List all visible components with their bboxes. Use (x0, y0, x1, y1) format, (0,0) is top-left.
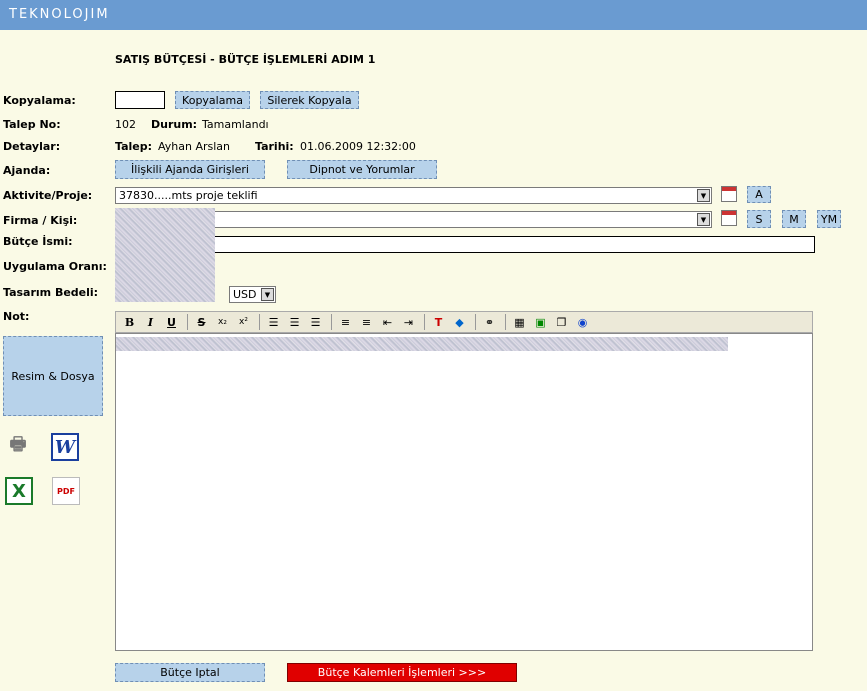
talep-label: Talep: (115, 140, 153, 153)
toolbar-separator (475, 314, 476, 330)
app-logo: TEKNOLOJIM (9, 7, 110, 22)
link-icon[interactable]: ⚭ (480, 313, 499, 331)
image-icon[interactable]: ▣ (531, 313, 550, 331)
strikethrough-button[interactable]: S (192, 313, 211, 331)
chevron-down-icon[interactable]: ▼ (261, 288, 274, 301)
note-editor[interactable] (115, 333, 813, 651)
calendar-icon[interactable] (721, 210, 737, 226)
chevron-down-icon[interactable]: ▼ (697, 189, 710, 202)
detaylar-label: Detaylar: (3, 140, 61, 153)
aktivite-label: Aktivite/Proje: (3, 189, 93, 202)
toolbar-separator (331, 314, 332, 330)
resim-dosya-button[interactable]: Resim & Dosya (3, 336, 103, 416)
aktivite-value: 37830.....mts proje teklifi (119, 189, 258, 202)
indent-icon[interactable]: ⇥ (399, 313, 418, 331)
align-right-icon[interactable]: ☰ (306, 313, 325, 331)
word-icon[interactable]: W (51, 433, 79, 461)
kopyalama-label: Kopyalama: (3, 94, 76, 107)
durum-label: Durum: (151, 118, 198, 131)
butce-iptal-button[interactable]: Bütçe Iptal (115, 663, 265, 682)
flash-icon[interactable]: ◉ (573, 313, 592, 331)
pdf-icon[interactable]: PDF (52, 477, 80, 505)
top-bar (0, 0, 867, 30)
page-title: SATIŞ BÜTÇESİ - BÜTÇE İŞLEMLERİ ADIM 1 (115, 53, 376, 66)
currency-value: USD (233, 288, 257, 301)
chevron-down-icon[interactable]: ▼ (697, 213, 710, 226)
align-center-icon[interactable]: ☰ (285, 313, 304, 331)
italic-button[interactable]: I (141, 313, 160, 331)
firma-label: Firma / Kişi: (3, 214, 78, 227)
unordered-list-icon[interactable]: ≡ (357, 313, 376, 331)
underline-button[interactable]: U (162, 313, 181, 331)
subscript-button[interactable]: x₂ (213, 313, 232, 331)
printer-icon[interactable]: 🖶 (4, 433, 32, 461)
excel-icon[interactable]: X (5, 477, 33, 505)
butce-ismi-label: Bütçe İsmi: (3, 235, 73, 248)
superscript-button[interactable]: x² (234, 313, 253, 331)
aktivite-select[interactable]: 37830.....mts proje teklifi ▼ (115, 187, 712, 204)
toolbar-separator (187, 314, 188, 330)
tarihi-value: 01.06.2009 12:32:00 (300, 140, 416, 153)
editor-toolbar: B I U S x₂ x² ☰ ☰ ☰ ≡ ≡ ⇤ ⇥ T ◆ ⚭ ▦ ▣ ❐ … (115, 311, 813, 333)
redacted-text (116, 337, 728, 351)
kopyalama-input[interactable] (115, 91, 165, 109)
ordered-list-icon[interactable]: ≡ (336, 313, 355, 331)
toolbar-separator (259, 314, 260, 330)
iliskili-ajanda-button[interactable]: İlişkili Ajanda Girişleri (115, 160, 265, 179)
toolbar-separator (505, 314, 506, 330)
ym-button[interactable]: YM (817, 210, 841, 228)
currency-select[interactable]: USD ▼ (229, 286, 276, 303)
a-button[interactable]: A (747, 186, 771, 203)
text-color-icon[interactable]: T (429, 313, 448, 331)
toolbar-separator (424, 314, 425, 330)
copy-icon[interactable]: ❐ (552, 313, 571, 331)
talep-value: Ayhan Arslan (158, 140, 231, 153)
tasarim-label: Tasarım Bedeli: (3, 286, 99, 299)
bold-button[interactable]: B (120, 313, 139, 331)
talep-no-label: Talep No: (3, 118, 61, 131)
durum-value: Tamamlandı (202, 118, 269, 131)
m-button[interactable]: M (782, 210, 806, 228)
uygulama-label: Uygulama Oranı: (3, 260, 107, 273)
s-button[interactable]: S (747, 210, 771, 228)
not-label: Not: (3, 310, 30, 323)
ajanda-label: Ajanda: (3, 164, 51, 177)
dipnot-button[interactable]: Dipnot ve Yorumlar (287, 160, 437, 179)
fill-color-icon[interactable]: ◆ (450, 313, 469, 331)
table-icon[interactable]: ▦ (510, 313, 529, 331)
butce-ismi-input[interactable] (115, 236, 815, 253)
redacted-area (115, 208, 215, 302)
silerek-kopyala-button[interactable]: Silerek Kopyala (260, 91, 359, 109)
kopyalama-button[interactable]: Kopyalama (175, 91, 250, 109)
calendar-icon[interactable] (721, 186, 737, 202)
outdent-icon[interactable]: ⇤ (378, 313, 397, 331)
butce-kalemleri-button[interactable]: Bütçe Kalemleri İşlemleri >>> (287, 663, 517, 682)
align-left-icon[interactable]: ☰ (264, 313, 283, 331)
tarihi-label: Tarihi: (255, 140, 294, 153)
talep-no-value: 102 (115, 118, 136, 131)
